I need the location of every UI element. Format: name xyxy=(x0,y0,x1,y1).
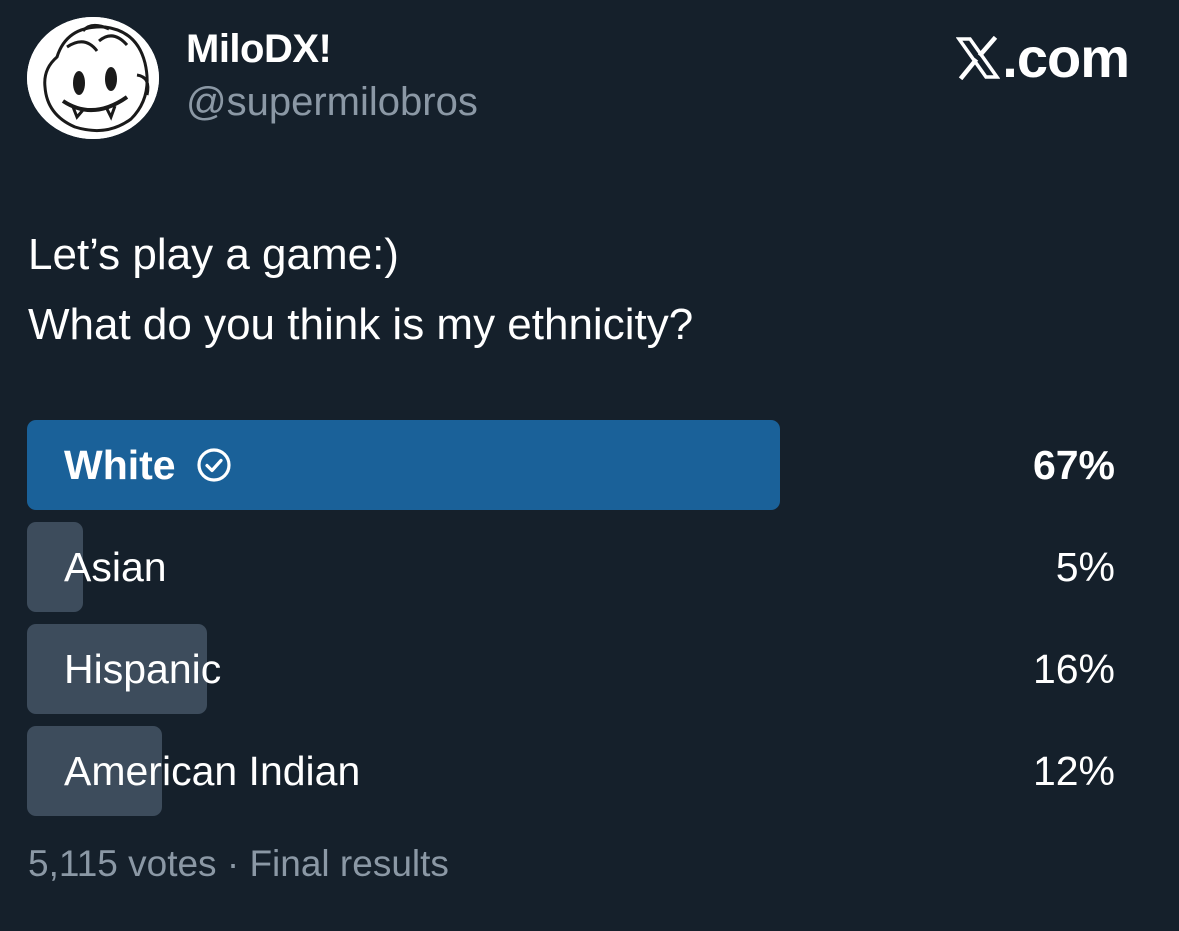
poll-option-label-group: Hispanic xyxy=(64,624,221,714)
user-handle[interactable]: @supermilobros xyxy=(186,78,478,126)
poll-status: Final results xyxy=(249,843,449,884)
check-circle-icon xyxy=(196,448,231,482)
tweet-text: Let’s play a game:) What do you think is… xyxy=(28,220,1148,360)
tweet-line: Let’s play a game:) xyxy=(28,230,399,279)
poll-option[interactable]: American Indian 12% xyxy=(27,726,1117,816)
avatar[interactable] xyxy=(27,17,159,139)
poll-option-label-group: American Indian xyxy=(64,726,360,816)
poll-option-label-group: White xyxy=(64,420,232,510)
poll-option-percent: 5% xyxy=(1055,544,1115,590)
poll-option[interactable]: Asian 5% xyxy=(27,522,1117,612)
poll-option-percent: 67% xyxy=(1032,442,1115,488)
poll-footer: 5,115 votes · Final results xyxy=(28,842,449,886)
poll-option-percent: 16% xyxy=(1032,646,1115,692)
poll: White 67% Asian 5% Hispanic 16% American… xyxy=(27,420,1117,828)
poll-option-label: Hispanic xyxy=(64,646,222,692)
display-name[interactable]: MiloDX! xyxy=(186,25,332,73)
footer-separator: · xyxy=(226,843,240,884)
poll-option-label: American Indian xyxy=(64,748,361,794)
x-brand-watermark: .com xyxy=(956,26,1130,89)
poll-option[interactable]: White 67% xyxy=(27,420,1117,510)
poll-option-label: Asian xyxy=(64,544,167,590)
poll-option-label-group: Asian xyxy=(64,522,167,612)
poll-option-label: White xyxy=(64,442,176,488)
x-logo-icon xyxy=(956,36,1001,80)
cartoon-face-avatar-icon xyxy=(27,17,159,139)
poll-option[interactable]: Hispanic 16% xyxy=(27,624,1117,714)
brand-domain: .com xyxy=(1002,26,1130,89)
vote-count: 5,115 votes xyxy=(28,843,217,884)
poll-option-percent: 12% xyxy=(1032,748,1115,794)
tweet-line: What do you think is my ethnicity? xyxy=(28,300,694,349)
